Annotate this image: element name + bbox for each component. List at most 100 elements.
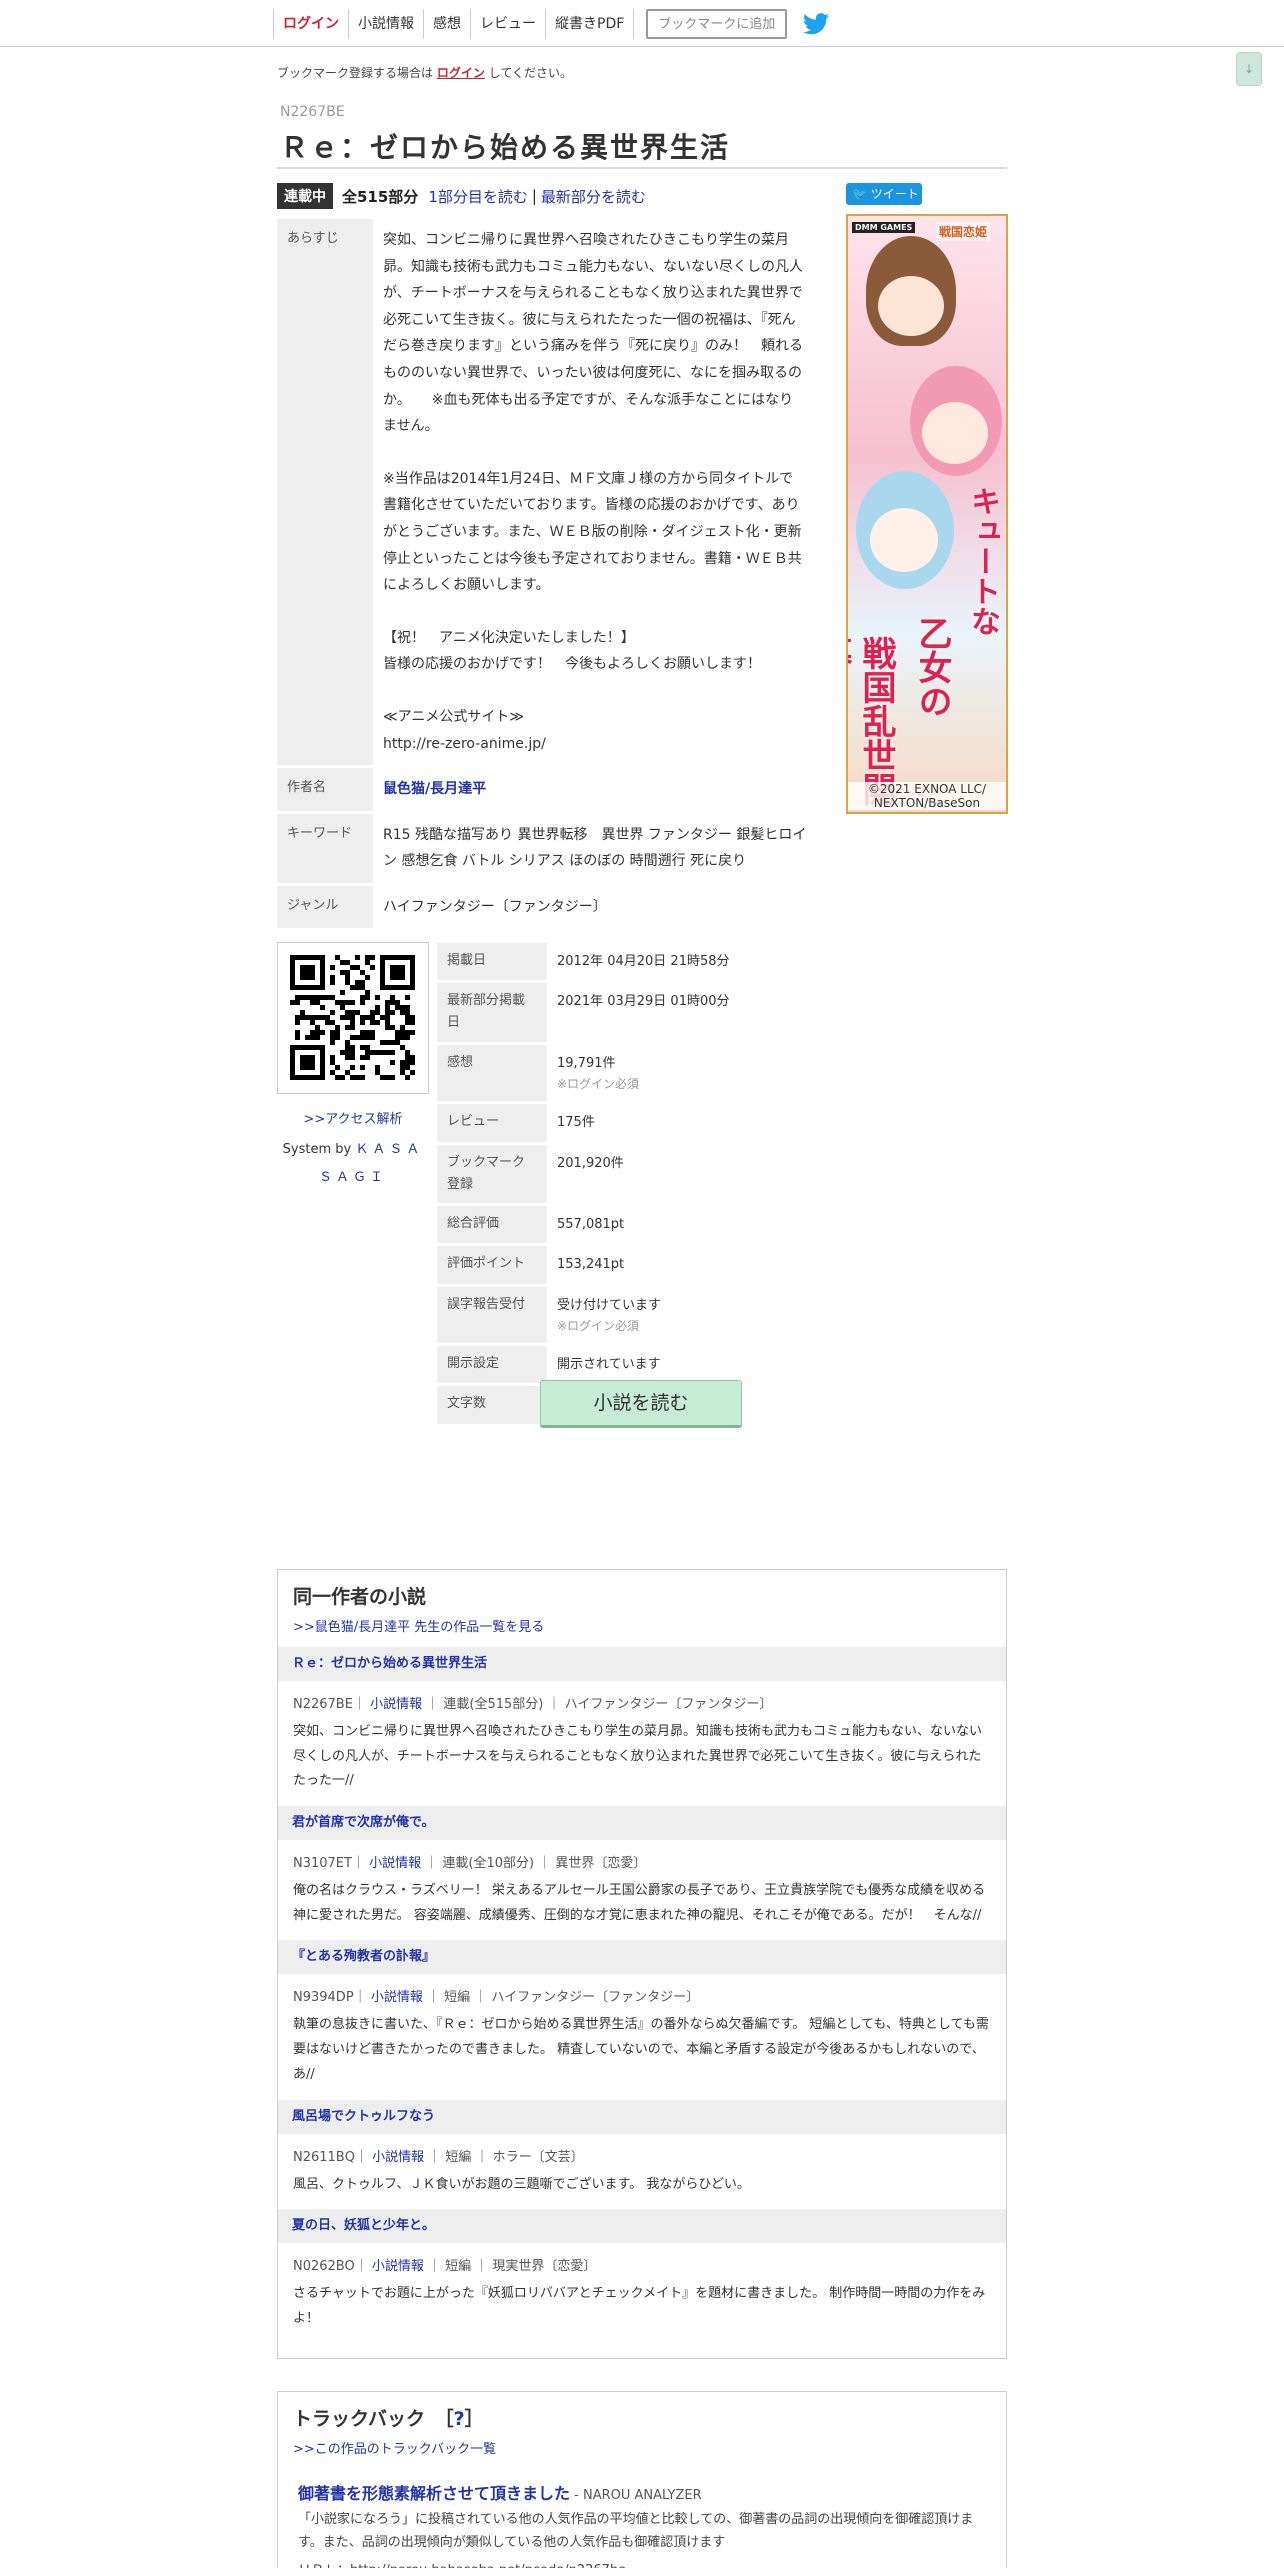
novel-info-table: あらすじ 突如、コンビニ帰りに異世界へ召喚されたひきこもり学生の菜月昴。知識も技… xyxy=(277,216,817,931)
trackback-entry-url[interactable]: ＵＲＬ：http://narou.bahasoba.net/ncode/n226… xyxy=(298,2559,988,2568)
ad-dmm-logo: DMM GAMES xyxy=(852,222,916,233)
link-separator: | xyxy=(531,187,537,205)
top-nav: ログイン 小説情報 感想 レビュー 縦書きPDF ブックマークに追加 xyxy=(0,0,1284,47)
login-required-note: ※ログイン必須 xyxy=(557,1318,640,1333)
stats-value: 2012年 04月20日 21時58分 xyxy=(557,954,730,969)
author-link[interactable]: 鼠色猫/長月達平 xyxy=(383,781,486,797)
read-first-part-link[interactable]: 1部分目を読む xyxy=(428,186,528,207)
stats-row: 評価ポイント 153,241pt xyxy=(437,1246,817,1284)
work-description: 俺の名はクラウス・ラズベリー！ 栄えあるアルセール王国公爵家の長子であり、王立貴… xyxy=(293,1883,986,1923)
genre-label: ジャンル xyxy=(277,885,373,929)
work-title-link[interactable]: 風呂場でクトゥルフなう xyxy=(278,2099,1006,2134)
trackback-heading: トラックバック ［?］ xyxy=(293,2408,484,2430)
work-meta: N2611BQ｜ 小説情報 ｜ 短編 ｜ ホラー〔文芸〕 xyxy=(293,2149,584,2165)
ad-game-logo: 戦国恋姫 xyxy=(936,222,991,241)
status-row: 連載中 全515部分 1部分目を読む | 最新部分を読む xyxy=(277,183,646,209)
work-meta: N3107ET｜ 小説情報 ｜ 連載(全10部分) ｜ 異世界〔恋愛〕 xyxy=(293,1856,647,1872)
work-meta: N9394DP｜ 小説情報 ｜ 短編 ｜ ハイファンタジー〔ファンタジー〕 xyxy=(293,1990,700,2006)
synopsis-text: 突如、コンビニ帰りに異世界へ召喚されたひきこもり学生の菜月昴。知識も技術も武力も… xyxy=(373,219,817,765)
stats-value: 開示されています xyxy=(557,1357,661,1373)
work-description: 執筆の息抜きに書いた、『Ｒｅ：ゼロから始める異世界生活』の番外ならぬ欠番編です。… xyxy=(293,2017,989,2082)
stats-label: 総合評価 xyxy=(437,1205,547,1244)
keyword-list: R15 残酷な描写あり 異世界転移 異世界 ファンタジー 銀髪ヒロイン 感想乞食… xyxy=(383,826,807,870)
stats-label: 文字数 xyxy=(437,1386,547,1424)
ad-banner[interactable]: DMM GAMES 戦国恋姫 キュートな 乙女の 戦国乱世開幕 ©2021 EX… xyxy=(846,214,1008,814)
stats-label: 開示設定 xyxy=(437,1346,547,1384)
trackback-section: トラックバック ［?］ >>この作品のトラックバック一覧 御著書を形態素解析させ… xyxy=(277,2391,1007,2568)
bookmark-login-link[interactable]: ログイン xyxy=(437,66,485,80)
genre-value: ハイファンタジー〔ファンタジー〕 xyxy=(383,898,607,915)
ad-catchphrase: キュートな xyxy=(965,486,1000,636)
stats-label: ブックマーク登録 xyxy=(437,1144,547,1203)
work-title-link[interactable]: Ｒｅ：ゼロから始める異世界生活 xyxy=(278,1647,1006,1681)
scroll-down-button[interactable]: ↓ xyxy=(1236,52,1262,86)
stats-value: 175件 xyxy=(557,1115,595,1131)
stats-value: 2021年 03月29日 01時00分 xyxy=(557,994,730,1010)
stats-row: レビュー 175件 xyxy=(437,1104,817,1142)
anime-site-url: http://re-zero-anime.jp/ xyxy=(383,735,546,752)
qr-code-image xyxy=(290,955,415,1080)
work-title-link[interactable]: 夏の日、妖狐と少年と。 xyxy=(278,2209,1006,2244)
work-info-link[interactable]: 小説情報 xyxy=(371,1990,423,2005)
nav-impression-link[interactable]: 感想 xyxy=(423,9,470,39)
stats-row: 最新部分掲載日 2021年 03月29日 01時00分 xyxy=(437,983,817,1042)
stats-value: 153,241pt xyxy=(557,1257,625,1273)
nav-novel-info-link[interactable]: 小説情報 xyxy=(348,9,423,39)
access-analysis-link[interactable]: >>アクセス解析 xyxy=(277,1108,429,1127)
bird-icon: 🐦 xyxy=(852,187,867,201)
stats-row: 総合評価 557,081pt xyxy=(437,1205,817,1244)
author-row: 作者名 鼠色猫/長月達平 xyxy=(277,768,817,811)
twitter-icon[interactable] xyxy=(803,13,830,35)
nav-pdf-link[interactable]: 縦書きPDF xyxy=(545,9,635,39)
work-info-link[interactable]: 小説情報 xyxy=(372,2259,424,2274)
trackback-entry-title[interactable]: 御著書を形態素解析させて頂きました xyxy=(298,2484,570,2503)
stats-row: 掲載日 2012年 04月20日 21時58分 xyxy=(437,943,817,981)
keyword-row: キーワード R15 残酷な描写あり 異世界転移 異世界 ファンタジー 銀髪ヒロイ… xyxy=(277,813,817,883)
novel-title: Ｒｅ：ゼロから始める異世界生活 xyxy=(280,131,731,164)
work-info-link[interactable]: 小説情報 xyxy=(372,2150,424,2165)
stats-row: 誤字報告受付 受け付けています ※ログイン必須 xyxy=(437,1286,817,1344)
trackback-help-link[interactable]: ? xyxy=(454,2408,465,2430)
stats-label: レビュー xyxy=(437,1104,547,1142)
same-author-heading: 同一作者の小説 xyxy=(293,1586,427,1608)
stats-label: 評価ポイント xyxy=(437,1246,547,1284)
work-info-link[interactable]: 小説情報 xyxy=(370,1697,422,1712)
works-list: Ｒｅ：ゼロから始める異世界生活 N2267BE｜ 小説情報 ｜ 連載(全515部分… xyxy=(278,1647,1006,2344)
stats-row: 開示設定 開示されています xyxy=(437,1346,817,1384)
nav-login-link[interactable]: ログイン xyxy=(273,9,348,39)
stats-label: 最新部分掲載日 xyxy=(437,983,547,1042)
work-info-link[interactable]: 小説情報 xyxy=(369,1856,421,1871)
work-description: さるチャットでお題に上がった『妖狐ロリババアとチェックメイト』を題材に書きました… xyxy=(293,2286,986,2326)
work-description: 風呂、クトゥルフ、ＪＫ食いがお題の三題噺でございます。 我ながらひどい。 xyxy=(293,2176,750,2192)
read-novel-button[interactable]: 小説を読む xyxy=(540,1380,742,1428)
keyword-label: キーワード xyxy=(277,813,373,883)
work-title-link[interactable]: 君が首席で次席が俺で。 xyxy=(278,1806,1006,1841)
stats-label: 感想 xyxy=(437,1044,547,1102)
qr-code xyxy=(277,942,429,1094)
genre-row: ジャンル ハイファンタジー〔ファンタジー〕 xyxy=(277,885,817,929)
synopsis-row: あらすじ 突如、コンビニ帰りに異世界へ召喚されたひきこもり学生の菜月昴。知識も技… xyxy=(277,219,817,766)
ad-catchphrase: 乙女の xyxy=(912,616,952,718)
stats-value: 201,920件 xyxy=(557,1155,624,1171)
stats-table: 掲載日 2012年 04月20日 21時58分 最新部分掲載日 2021年 03月29… xyxy=(437,940,817,1427)
trackback-entry-source: - NAROU ANALYZER xyxy=(570,2488,702,2503)
trackback-entry: 御著書を形態素解析させて頂きました - NAROU ANALYZER 「小説家に… xyxy=(298,2480,988,2568)
ad-copyright: ©2021 EXNOA LLC/ NEXTON/BaseSon xyxy=(848,782,1006,810)
trackback-list-link[interactable]: >>この作品のトラックバック一覧 xyxy=(293,2438,496,2457)
same-author-section: 同一作者の小説 >>鼠色猫/長月達平 先生の作品一覧を見る Ｒｅ：ゼロから始める… xyxy=(277,1569,1007,2359)
stats-value: 557,081pt xyxy=(557,1216,625,1232)
tweet-button[interactable]: 🐦 ツイート xyxy=(846,183,922,205)
title-divider xyxy=(277,167,1007,169)
work-meta: N0262BO｜ 小説情報 ｜ 短編 ｜ 現実世界〔恋愛〕 xyxy=(293,2259,597,2275)
stats-value: 受け付けています ※ログイン必須 xyxy=(547,1287,817,1344)
author-works-link[interactable]: >>鼠色猫/長月達平 先生の作品一覧を見る xyxy=(293,1616,544,1635)
bookmark-login-note: ブックマーク登録する場合は ログイン してください。 xyxy=(277,66,572,80)
work-title-link[interactable]: 『とある殉教者の訃報』 xyxy=(278,1940,1006,1975)
add-bookmark-button[interactable]: ブックマークに追加 xyxy=(646,9,788,39)
novel-ncode: N2267BE xyxy=(280,104,345,120)
nav-review-link[interactable]: レビュー xyxy=(470,9,545,39)
stats-label: 掲載日 xyxy=(437,943,547,981)
work-description: 突如、コンビニ帰りに異世界へ召喚されたひきこもり学生の菜月昴。知識も技術も武力も… xyxy=(293,1724,983,1789)
synopsis-label: あらすじ xyxy=(277,219,373,766)
read-latest-part-link[interactable]: 最新部分を読む xyxy=(541,186,646,207)
